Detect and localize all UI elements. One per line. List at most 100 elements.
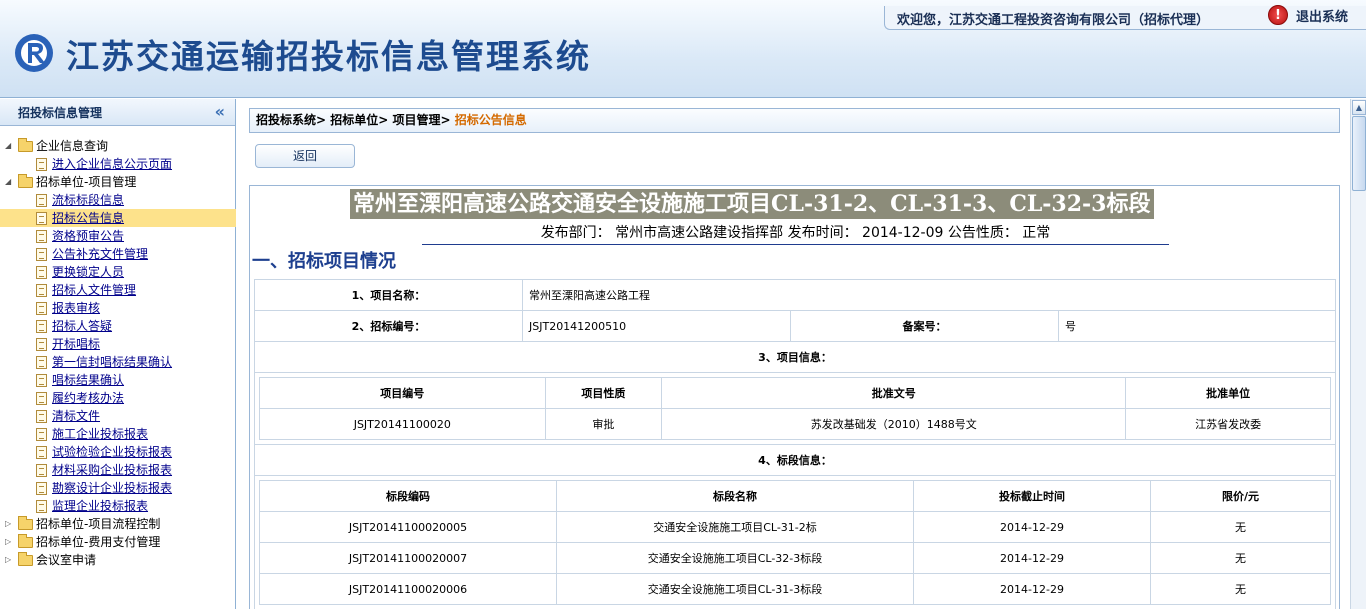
collapsed-arrow-icon[interactable]: ▷ xyxy=(5,515,11,533)
tree-item[interactable]: 招标人答疑 xyxy=(0,317,236,335)
tree-item-label[interactable]: 监理企业投标报表 xyxy=(52,497,148,515)
tree-folder[interactable]: ▷ 会议室申请 xyxy=(0,551,236,569)
tree-folder-label: 招标单位-项目管理 xyxy=(36,175,137,189)
table-cell: JSJT20141100020006 xyxy=(259,573,557,605)
folder-icon xyxy=(18,552,33,566)
table-row: JSJT20141100020005 交通安全设施施工项目CL-31-2标 20… xyxy=(259,511,1331,543)
tree-item-label[interactable]: 第一信封唱标结果确认 xyxy=(52,353,172,371)
document-icon xyxy=(36,284,47,297)
column-header: 项目性质 xyxy=(544,377,663,409)
tree-item-label[interactable]: 进入企业信息公示页面 xyxy=(52,155,172,173)
tree-item[interactable]: 施工企业投标报表 xyxy=(0,425,236,443)
tree-folder[interactable]: ▷ 招标单位-项目流程控制 xyxy=(0,515,236,533)
tree-item[interactable]: 清标文件 xyxy=(0,407,236,425)
tree-item[interactable]: 材料采购企业投标报表 xyxy=(0,461,236,479)
tree-folder-label: 招标单位-项目流程控制 xyxy=(36,517,161,531)
table-cell: JSJT20141100020005 xyxy=(259,511,557,543)
scroll-thumb[interactable] xyxy=(1352,116,1366,191)
tree-item-label[interactable]: 唱标结果确认 xyxy=(52,371,124,389)
tree-item-label[interactable]: 履约考核办法 xyxy=(52,389,124,407)
tree-folder[interactable]: ▷ 招标单位-费用支付管理 xyxy=(0,533,236,551)
breadcrumb-item[interactable]: 项目管理> xyxy=(393,113,451,127)
table-cell: 交通安全设施施工项目CL-32-3标段 xyxy=(556,542,914,574)
tree-item-label[interactable]: 开标唱标 xyxy=(52,335,100,353)
tree-folder[interactable]: ◢ 招标单位-项目管理 xyxy=(0,173,236,191)
tree-item-label[interactable]: 招标人文件管理 xyxy=(52,281,136,299)
document-icon xyxy=(36,500,47,513)
sidebar-header: 招投标信息管理 « xyxy=(0,99,235,126)
tree-item[interactable]: 试验检验企业投标报表 xyxy=(0,443,236,461)
collapse-icon[interactable]: « xyxy=(215,102,225,121)
tree-item[interactable]: 资格预审公告 xyxy=(0,227,236,245)
table-cell: JSJT20141100020007 xyxy=(259,542,557,574)
table-cell: 交通安全设施施工项目CL-31-2标 xyxy=(556,511,914,543)
table-cell: 交通安全设施施工项目CL-31-3标段 xyxy=(556,573,914,605)
table-cell: 江苏省发改委 xyxy=(1125,408,1331,440)
document-icon xyxy=(36,446,47,459)
tree-item[interactable]: 公告补充文件管理 xyxy=(0,245,236,263)
table-header-row: 项目编号 项目性质 批准文号 批准单位 xyxy=(259,377,1331,409)
tree-item-label[interactable]: 流标标段信息 xyxy=(52,191,124,209)
column-header: 项目编号 xyxy=(259,377,546,409)
breadcrumb-item[interactable]: 招标单位> xyxy=(330,113,388,127)
app-title: 江苏交通运输招投标信息管理系统 xyxy=(66,37,591,76)
document-icon xyxy=(36,338,47,351)
section-heading: 一、招标项目情况 xyxy=(252,251,396,272)
table-row: 项目编号 项目性质 批准文号 批准单位 JSJT20141100020 审批 苏… xyxy=(254,372,1336,445)
tree-item[interactable]: 履约考核办法 xyxy=(0,389,236,407)
project-name-value: 常州至溧阳高速公路工程 xyxy=(522,279,1336,311)
table-cell: JSJT20141100020 xyxy=(259,408,546,440)
table-row: 4、标段信息： xyxy=(254,444,1336,476)
column-header: 标段编码 xyxy=(259,480,557,512)
back-button[interactable]: 返回 xyxy=(255,144,355,168)
tree-item[interactable]: 更换锁定人员 xyxy=(0,263,236,281)
collapsed-arrow-icon[interactable]: ▷ xyxy=(5,533,11,551)
tree-item[interactable]: 招标公告信息 xyxy=(0,209,236,227)
tree-item[interactable]: 监理企业投标报表 xyxy=(0,497,236,515)
collapsed-arrow-icon[interactable]: ▷ xyxy=(5,551,11,569)
main-content: 招投标系统> 招标单位> 项目管理> 招标公告信息 返回 常州至溧阳高速公路交通… xyxy=(240,99,1350,609)
breadcrumb-item[interactable]: 招投标系统> xyxy=(256,113,326,127)
expanded-arrow-icon[interactable]: ◢ xyxy=(5,173,11,191)
tree-item[interactable]: 招标人文件管理 xyxy=(0,281,236,299)
notice-document: 常州至溧阳高速公路交通安全设施施工项目CL-31-2、CL-31-3、CL-32… xyxy=(249,185,1340,609)
expanded-arrow-icon[interactable]: ◢ xyxy=(5,137,11,155)
tree-item-label[interactable]: 招标人答疑 xyxy=(52,317,112,335)
tree-item[interactable]: 第一信封唱标结果确认 xyxy=(0,353,236,371)
table-row: 1、项目名称： 常州至溧阳高速公路工程 xyxy=(254,279,1336,311)
tree-item-label[interactable]: 勘察设计企业投标报表 xyxy=(52,479,172,497)
tree-item-label[interactable]: 清标文件 xyxy=(52,407,100,425)
breadcrumb: 招投标系统> 招标单位> 项目管理> 招标公告信息 xyxy=(249,108,1340,133)
document-icon xyxy=(36,248,47,261)
tree-item-label[interactable]: 资格预审公告 xyxy=(52,227,124,245)
tree-item[interactable]: 勘察设计企业投标报表 xyxy=(0,479,236,497)
tree-folder-label: 企业信息查询 xyxy=(36,139,109,153)
folder-icon xyxy=(18,138,33,152)
tree-item-label[interactable]: 施工企业投标报表 xyxy=(52,425,148,443)
tree-item[interactable]: 报表审核 xyxy=(0,299,236,317)
tree-item[interactable]: 进入企业信息公示页面 xyxy=(0,155,236,173)
table-header-row: 标段编码 标段名称 投标截止时间 限价/元 xyxy=(259,480,1331,512)
scroll-up-arrow[interactable]: ▲ xyxy=(1352,100,1366,115)
power-icon: ! xyxy=(1268,5,1288,25)
welcome-bar: 欢迎您，江苏交通工程投资咨询有限公司（招标代理） ! 退出系统 xyxy=(884,5,1366,30)
tree-item-label[interactable]: 试验检验企业投标报表 xyxy=(52,443,172,461)
tree-item-label[interactable]: 更换锁定人员 xyxy=(52,263,124,281)
column-header: 批准单位 xyxy=(1125,377,1331,409)
publish-info: 发布部门： 常州市高速公路建设指挥部 发布时间： 2014-12-09 公告性质… xyxy=(422,223,1169,245)
tree-item[interactable]: 流标标段信息 xyxy=(0,191,236,209)
tree-item-label[interactable]: 公告补充文件管理 xyxy=(52,245,148,263)
logout-button[interactable]: ! 退出系统 xyxy=(1268,5,1348,25)
tree-item[interactable]: 开标唱标 xyxy=(0,335,236,353)
tree-item[interactable]: 唱标结果确认 xyxy=(0,371,236,389)
table-row: JSJT20141100020007 交通安全设施施工项目CL-32-3标段 2… xyxy=(259,542,1331,574)
tree-folder[interactable]: ◢ 企业信息查询 xyxy=(0,137,236,155)
welcome-text: 欢迎您，江苏交通工程投资咨询有限公司（招标代理） xyxy=(897,13,1210,28)
tree-item-label[interactable]: 报表审核 xyxy=(52,299,100,317)
vertical-scrollbar[interactable]: ▲ xyxy=(1350,99,1366,609)
tree-item-label[interactable]: 招标公告信息 xyxy=(52,209,124,227)
tree-item-label[interactable]: 材料采购企业投标报表 xyxy=(52,461,172,479)
bid-section-subtable: 标段编码 标段名称 投标截止时间 限价/元 JSJT20141100020005… xyxy=(259,480,1331,605)
document-icon xyxy=(36,158,47,171)
document-icon xyxy=(36,482,47,495)
